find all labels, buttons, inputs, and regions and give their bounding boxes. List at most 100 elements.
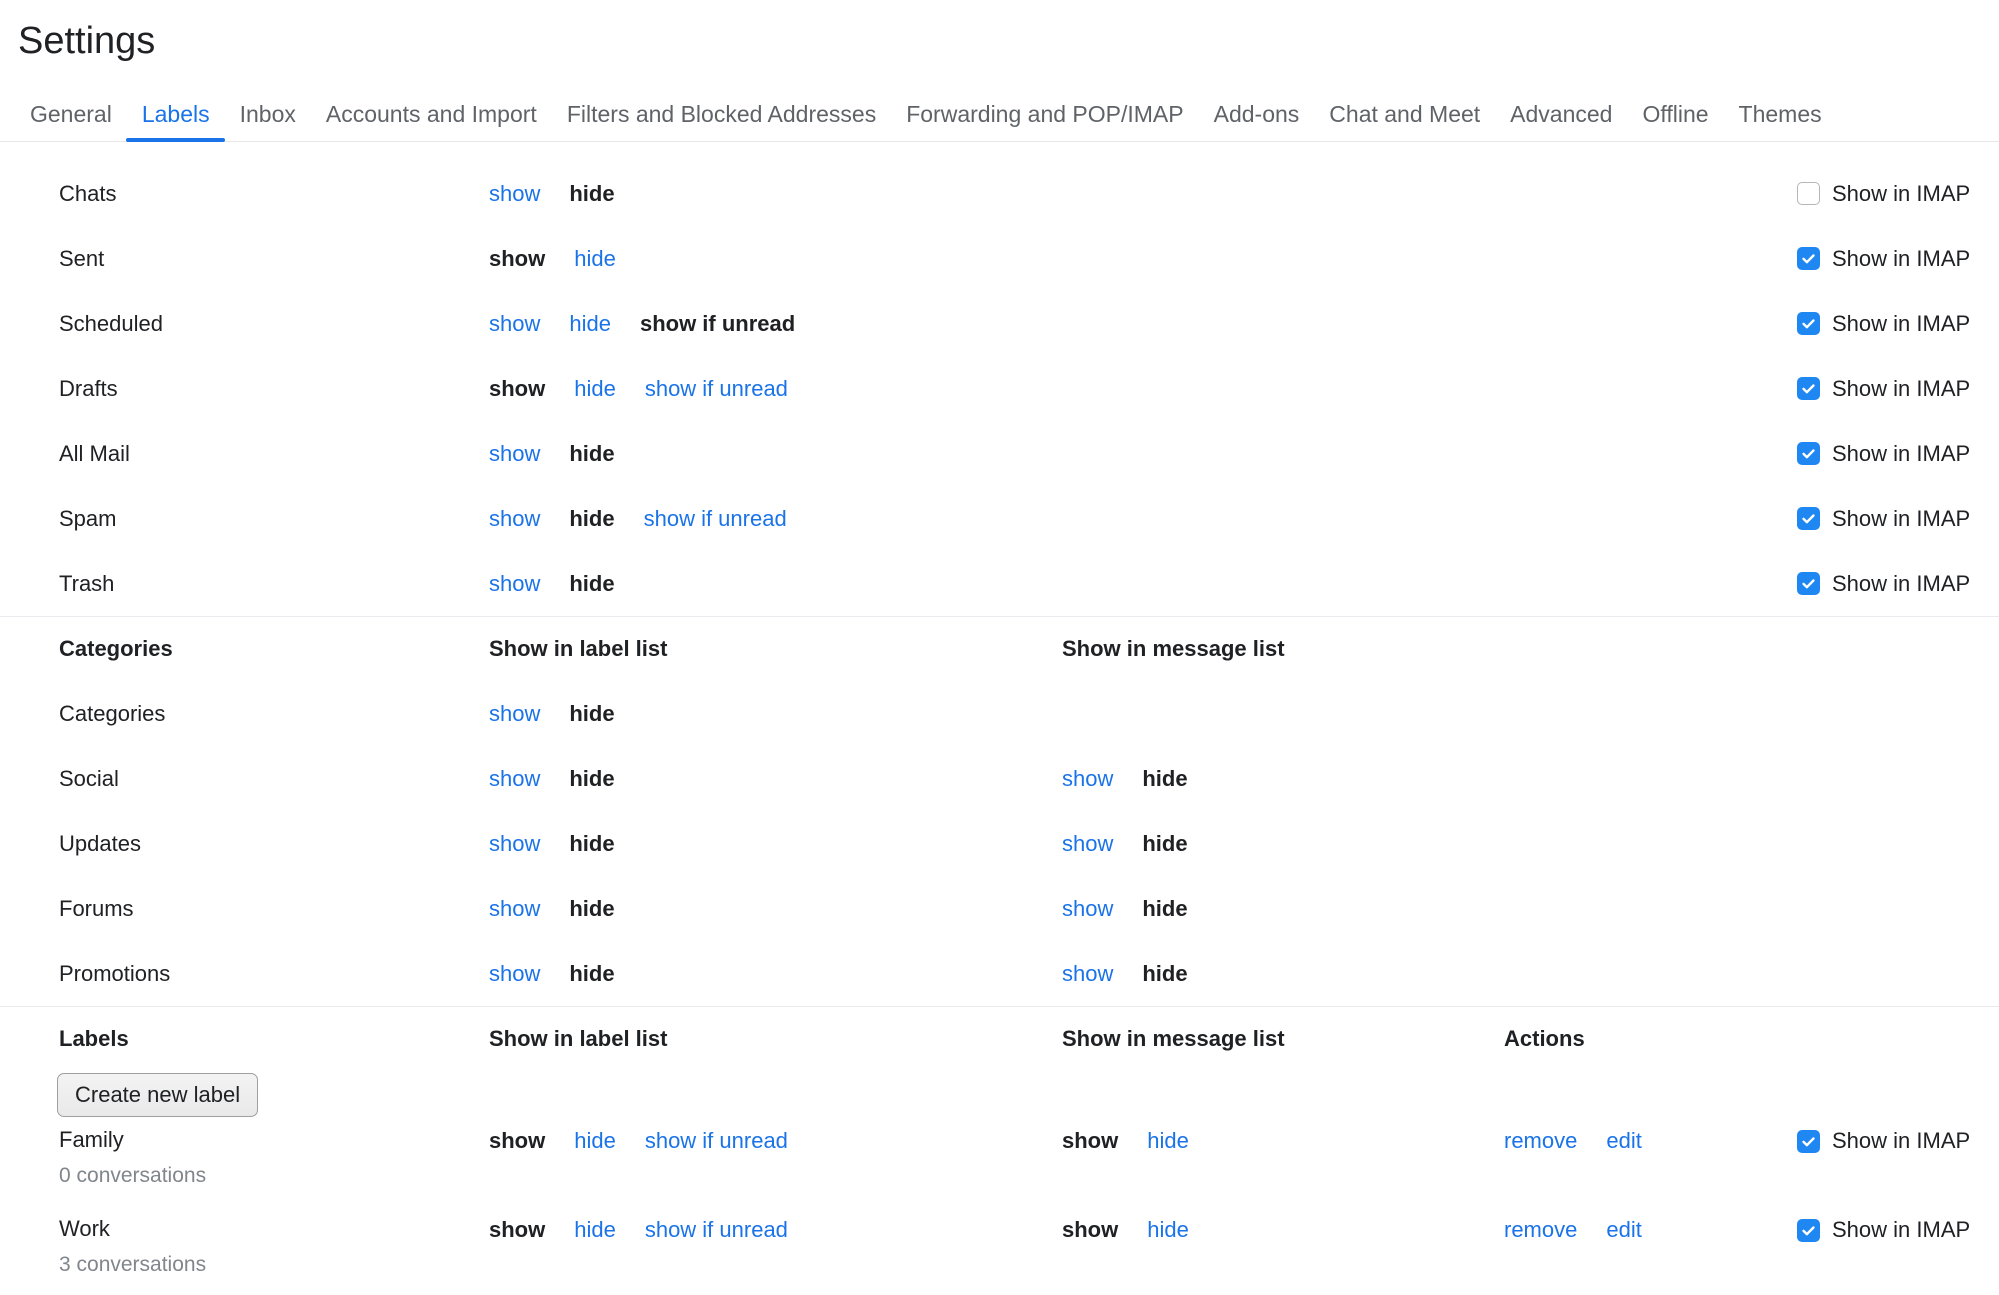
tab-themes[interactable]: Themes <box>1739 100 1822 141</box>
tab-chat-and-meet[interactable]: Chat and Meet <box>1329 100 1480 141</box>
show-option[interactable]: show <box>1062 961 1113 987</box>
label-list-options: show hide <box>489 701 1062 727</box>
show-option-selected: show <box>489 1217 545 1243</box>
tab-general[interactable]: General <box>30 100 112 141</box>
hide-option-selected: hide <box>569 831 614 857</box>
tab-advanced[interactable]: Advanced <box>1510 100 1612 141</box>
hide-option-selected: hide <box>569 506 614 532</box>
hide-option-selected: hide <box>569 181 614 207</box>
show-in-imap: Show in IMAP <box>1797 1128 1999 1154</box>
conversation-count: 0 conversations <box>59 1163 489 1188</box>
category-row-categories: Categories show hide <box>0 681 1999 746</box>
show-in-message-list-header: Show in message list <box>1062 1026 1504 1052</box>
message-list-options: show hide <box>1062 896 1504 922</box>
tab-labels[interactable]: Labels <box>142 100 210 141</box>
label-list-options: show hide <box>489 571 1062 597</box>
show-if-unread-option[interactable]: show if unread <box>645 376 788 402</box>
hide-option-selected: hide <box>1142 766 1187 792</box>
show-option[interactable]: show <box>1062 831 1113 857</box>
hide-option-selected: hide <box>569 961 614 987</box>
categories-header-title: Categories <box>59 636 489 662</box>
show-if-unread-option[interactable]: show if unread <box>645 1217 788 1243</box>
hide-option-selected: hide <box>569 701 614 727</box>
category-name: Promotions <box>59 961 489 987</box>
tab-inbox[interactable]: Inbox <box>240 100 296 141</box>
show-in-imap-label: Show in IMAP <box>1832 506 1970 532</box>
label-actions: remove edit <box>1504 1128 1797 1154</box>
hide-option-selected: hide <box>1142 961 1187 987</box>
show-option[interactable]: show <box>489 766 540 792</box>
hide-option[interactable]: hide <box>574 1128 616 1154</box>
create-new-label-button[interactable]: Create new label <box>57 1073 258 1117</box>
label-list-options: show hide show if unread <box>489 506 1062 532</box>
show-option[interactable]: show <box>489 311 540 337</box>
show-in-imap-label: Show in IMAP <box>1832 571 1970 597</box>
show-option[interactable]: show <box>489 961 540 987</box>
label-row-trash: Trash show hide Show in IMAP <box>0 551 1999 616</box>
category-name: Categories <box>59 701 489 727</box>
show-in-imap-checkbox[interactable] <box>1797 1130 1820 1153</box>
show-option[interactable]: show <box>489 701 540 727</box>
label-name: Sent <box>59 246 489 272</box>
hide-option[interactable]: hide <box>574 376 616 402</box>
show-option[interactable]: show <box>1062 896 1113 922</box>
show-in-imap-checkbox[interactable] <box>1797 182 1820 205</box>
show-option[interactable]: show <box>1062 766 1113 792</box>
show-option[interactable]: show <box>489 441 540 467</box>
label-list-options: show hide <box>489 181 1062 207</box>
label-list-options: show hide show if unread <box>489 311 1062 337</box>
categories-section: Categories Show in label list Show in me… <box>0 617 1999 1006</box>
show-option[interactable]: show <box>489 181 540 207</box>
category-name: Forums <box>59 896 489 922</box>
label-name: Drafts <box>59 376 489 402</box>
show-in-imap-checkbox[interactable] <box>1797 247 1820 270</box>
label-row-scheduled: Scheduled show hide show if unread Show … <box>0 291 1999 356</box>
show-in-imap-checkbox[interactable] <box>1797 572 1820 595</box>
hide-option[interactable]: hide <box>574 1217 616 1243</box>
show-option[interactable]: show <box>489 571 540 597</box>
show-in-imap-checkbox[interactable] <box>1797 442 1820 465</box>
hide-option[interactable]: hide <box>574 246 616 272</box>
label-row-spam: Spam show hide show if unread Show in IM… <box>0 486 1999 551</box>
show-in-imap: Show in IMAP <box>1797 1217 1999 1243</box>
hide-option[interactable]: hide <box>1147 1217 1189 1243</box>
label-row-drafts: Drafts show hide show if unread Show in … <box>0 356 1999 421</box>
tab-add-ons[interactable]: Add-ons <box>1214 100 1300 141</box>
tab-filters-and-blocked-addresses[interactable]: Filters and Blocked Addresses <box>567 100 876 141</box>
show-in-imap-checkbox[interactable] <box>1797 507 1820 530</box>
remove-link[interactable]: remove <box>1504 1217 1577 1243</box>
show-in-imap-checkbox[interactable] <box>1797 312 1820 335</box>
label-list-options: show hide <box>489 441 1062 467</box>
message-list-options: show hide <box>1062 961 1504 987</box>
hide-option[interactable]: hide <box>569 311 611 337</box>
show-in-imap-checkbox[interactable] <box>1797 377 1820 400</box>
page-title: Settings <box>18 18 1999 64</box>
remove-link[interactable]: remove <box>1504 1128 1577 1154</box>
user-labels-section: Labels Show in label list Show in messag… <box>0 1007 1999 1295</box>
tab-accounts-and-import[interactable]: Accounts and Import <box>326 100 537 141</box>
label-list-options: show hide <box>489 896 1062 922</box>
show-in-imap: Show in IMAP <box>1797 246 1999 272</box>
tab-forwarding-and-pop-imap[interactable]: Forwarding and POP/IMAP <box>906 100 1183 141</box>
show-option[interactable]: show <box>489 506 540 532</box>
label-row-sent: Sent show hide Show in IMAP <box>0 226 1999 291</box>
show-in-imap: Show in IMAP <box>1797 571 1999 597</box>
edit-link[interactable]: edit <box>1606 1128 1641 1154</box>
category-name: Social <box>59 766 489 792</box>
show-in-label-list-header: Show in label list <box>489 1026 1062 1052</box>
show-option[interactable]: show <box>489 896 540 922</box>
show-option[interactable]: show <box>489 831 540 857</box>
show-in-imap-checkbox[interactable] <box>1797 1219 1820 1242</box>
label-name-block: Work 3 conversations <box>59 1216 489 1277</box>
label-name: Chats <box>59 181 489 207</box>
hide-option[interactable]: hide <box>1147 1128 1189 1154</box>
hide-option-selected: hide <box>569 441 614 467</box>
label-list-options: show hide show if unread <box>489 1217 1062 1243</box>
show-if-unread-option[interactable]: show if unread <box>645 1128 788 1154</box>
show-in-imap-label: Show in IMAP <box>1832 246 1970 272</box>
edit-link[interactable]: edit <box>1606 1217 1641 1243</box>
user-label-row-family: Family 0 conversations show hide show if… <box>0 1117 1999 1206</box>
tab-offline[interactable]: Offline <box>1642 100 1708 141</box>
message-list-options: show hide <box>1062 831 1504 857</box>
show-if-unread-option[interactable]: show if unread <box>644 506 787 532</box>
